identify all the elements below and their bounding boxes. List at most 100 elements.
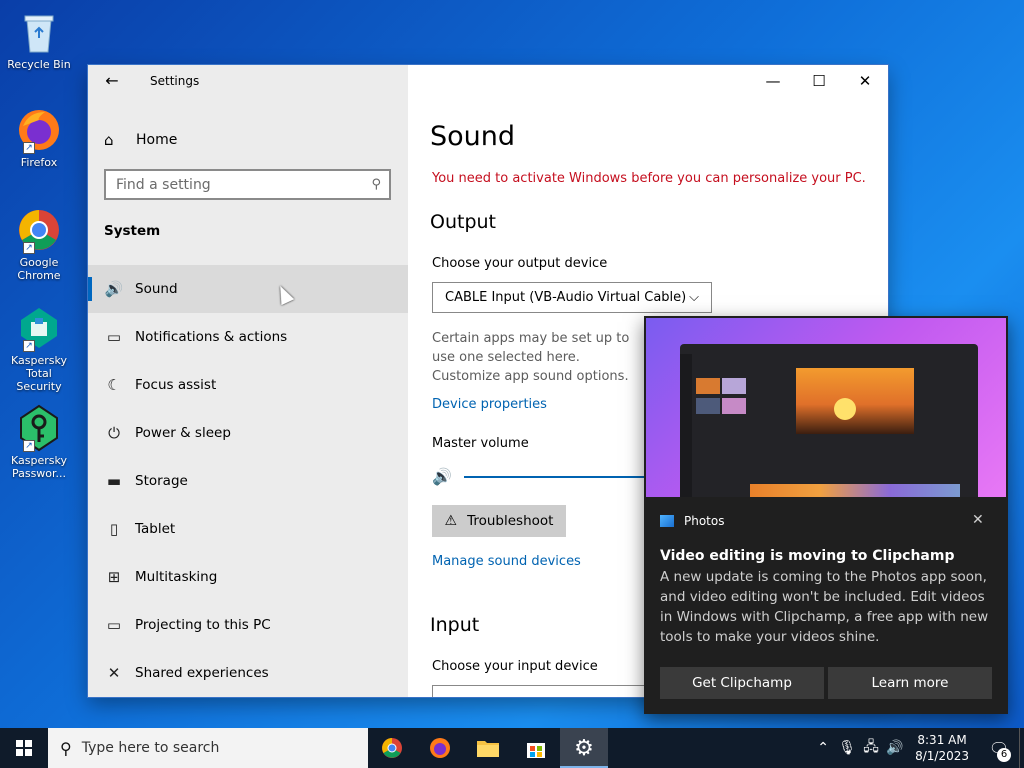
preview-sidebar: [680, 354, 692, 497]
desktop-icon-label: Kaspersky Total Security: [11, 354, 67, 393]
clipchamp-preview: [680, 344, 978, 497]
tablet-icon: ▯: [109, 520, 119, 538]
volume-icon[interactable]: 🔊: [883, 740, 907, 756]
clock-time: 8:31 AM: [917, 733, 967, 747]
sidebar-item-storage[interactable]: ▬ Storage: [88, 457, 408, 505]
taskbar-settings[interactable]: ⚙: [560, 728, 608, 768]
learn-more-button[interactable]: Learn more: [828, 667, 992, 699]
warning-icon: ⚠: [444, 513, 458, 529]
sidebar-item-tablet[interactable]: ▯ Tablet: [88, 505, 408, 553]
network-icon[interactable]: 🖧: [859, 736, 883, 760]
power-icon: ⏻: [108, 424, 120, 442]
gear-icon: ⚙: [574, 735, 594, 761]
get-clipchamp-button[interactable]: Get Clipchamp: [660, 667, 824, 699]
back-button[interactable]: ←: [100, 71, 124, 91]
output-heading: Output: [430, 211, 496, 233]
microphone-icon[interactable]: 🎙: [835, 740, 859, 756]
photos-toast-notification[interactable]: Photos ✕ Video editing is moving to Clip…: [644, 316, 1008, 714]
input-heading: Input: [430, 614, 480, 636]
desktop-icon-recycle-bin[interactable]: Recycle Bin: [4, 8, 74, 71]
shortcut-arrow-icon: ↗: [23, 142, 35, 154]
projector-icon: ▭: [106, 616, 122, 634]
desktop-icon-chrome[interactable]: ↗ Google Chrome: [4, 206, 74, 282]
search-icon: ⚲: [60, 738, 72, 758]
recycle-bin-icon: [15, 8, 63, 56]
sidebar-nav: 🔊 Sound ▭ Notifications & actions ☾ Focu…: [88, 265, 408, 697]
taskbar-file-explorer[interactable]: [464, 728, 512, 768]
show-desktop-button[interactable]: [1019, 728, 1024, 768]
action-center-button[interactable]: 🗨 6: [979, 728, 1019, 768]
output-description: Certain apps may be set up to use one se…: [432, 331, 630, 384]
taskbar-search-box[interactable]: ⚲ Type here to search: [48, 728, 368, 768]
sidebar-item-label: Sound: [135, 281, 178, 297]
firefox-icon: [430, 738, 450, 758]
preview-thumb: [696, 398, 720, 414]
find-setting-input[interactable]: Find a setting ⚲: [104, 169, 391, 200]
output-device-dropdown[interactable]: CABLE Input (VB-Audio Virtual Cable) ⌵: [432, 282, 712, 313]
sidebar-item-power-sleep[interactable]: ⏻ Power & sleep: [88, 409, 408, 457]
shortcut-arrow-icon: ↗: [23, 340, 35, 352]
desktop-icon-firefox[interactable]: ↗ Firefox: [4, 106, 74, 169]
folder-icon: [477, 741, 499, 757]
start-button[interactable]: [0, 728, 48, 768]
preview-thumb: [696, 378, 720, 394]
desktop-icon-label: Recycle Bin: [7, 58, 71, 71]
store-icon: [527, 743, 545, 758]
firefox-icon: ↗: [15, 106, 63, 154]
sidebar-item-shared-experiences[interactable]: ✕ Shared experiences: [88, 649, 408, 697]
desktop-icon-kaspersky-total-security[interactable]: ↗ Kaspersky Total Security: [4, 304, 74, 393]
sidebar-item-label: Shared experiences: [135, 665, 269, 681]
desktop-icon-label: Google Chrome: [17, 256, 61, 282]
sidebar-item-label: Storage: [135, 473, 188, 489]
taskbar-store[interactable]: [512, 728, 560, 768]
sidebar-item-focus-assist[interactable]: ☾ Focus assist: [88, 361, 408, 409]
troubleshoot-label: Troubleshoot: [467, 513, 554, 529]
sidebar-item-notifications[interactable]: ▭ Notifications & actions: [88, 313, 408, 361]
sidebar-item-projecting[interactable]: ▭ Projecting to this PC: [88, 601, 408, 649]
troubleshoot-button[interactable]: ⚠ Troubleshoot: [432, 505, 566, 537]
shared-experiences-icon: ✕: [107, 664, 121, 682]
sidebar-item-label: Notifications & actions: [135, 329, 288, 345]
kaspersky-key-icon: ↗: [15, 404, 63, 452]
preview-thumb: [722, 378, 746, 394]
master-volume-label: Master volume: [432, 436, 529, 451]
sidebar-item-home[interactable]: ⌂ Home: [104, 129, 177, 151]
taskbar-firefox[interactable]: [416, 728, 464, 768]
chevron-down-icon: ⌵: [689, 290, 699, 305]
sidebar-item-label: Focus assist: [135, 377, 217, 393]
search-placeholder: Find a setting: [116, 176, 211, 193]
sidebar-section-system: System: [104, 223, 161, 239]
photos-icon: [660, 515, 674, 527]
desktop-icon-kaspersky-password[interactable]: ↗ Kaspersky Passwor...: [4, 404, 74, 480]
chevron-up-icon[interactable]: ⌃: [811, 740, 835, 756]
clock[interactable]: 8:31 AM 8/1/2023: [915, 732, 969, 764]
message-icon: ▭: [106, 328, 122, 346]
taskbar-chrome[interactable]: [368, 728, 416, 768]
master-volume-slider[interactable]: 🔊: [432, 467, 664, 486]
sidebar-item-sound[interactable]: 🔊 Sound: [88, 265, 408, 313]
multitasking-icon: ⊞: [107, 568, 121, 586]
sidebar-item-label: Power & sleep: [135, 425, 231, 441]
toast-app-header: Photos: [660, 514, 724, 528]
system-tray: ⌃ 🎙 🖧 🔊 8:31 AM 8/1/2023 🗨 6: [811, 728, 1024, 768]
taskbar: ⚲ Type here to search ⚙ ⌃ 🎙 🖧 🔊 8:31 AM …: [0, 728, 1024, 768]
search-icon: ⚲: [371, 177, 381, 192]
windows-logo-icon: [16, 740, 32, 756]
sidebar-item-label: Multitasking: [135, 569, 218, 585]
activation-warning: You need to activate Windows before you …: [432, 171, 866, 186]
sidebar-item-multitasking[interactable]: ⊞ Multitasking: [88, 553, 408, 601]
manage-sound-devices-link[interactable]: Manage sound devices: [432, 554, 581, 569]
notification-badge: 6: [997, 748, 1011, 762]
device-properties-link[interactable]: Device properties: [432, 397, 547, 412]
clock-date: 8/1/2023: [915, 749, 969, 763]
preview-timeline: [750, 484, 960, 497]
toast-close-icon[interactable]: ✕: [972, 512, 984, 528]
storage-icon: ▬: [106, 472, 122, 490]
window-title: Settings: [150, 74, 200, 88]
speaker-icon: 🔊: [104, 280, 124, 298]
sun-shape: [834, 398, 856, 420]
volume-track[interactable]: [464, 475, 664, 478]
home-label: Home: [136, 132, 178, 148]
toast-hero-image: [646, 318, 1006, 497]
shortcut-arrow-icon: ↗: [23, 242, 35, 254]
